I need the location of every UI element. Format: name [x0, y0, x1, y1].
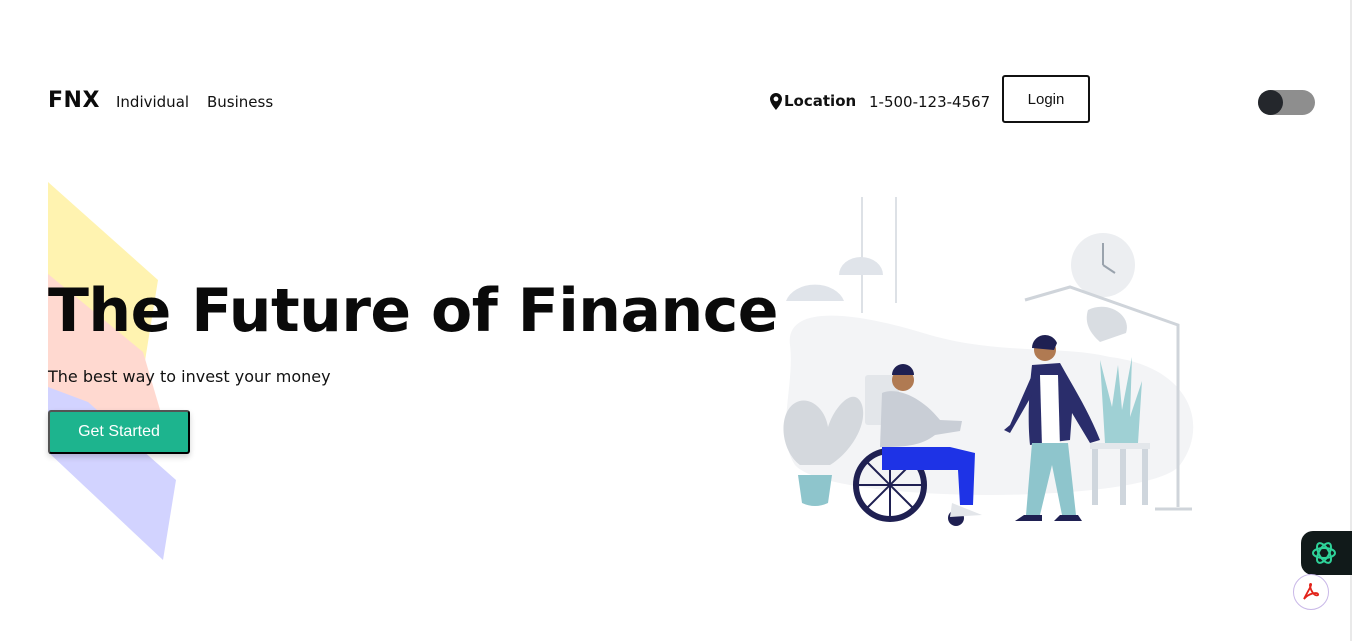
theme-toggle[interactable]: [1258, 90, 1315, 115]
brand-logo[interactable]: FNX: [48, 88, 100, 113]
phone-number[interactable]: 1-500-123-4567: [869, 93, 990, 111]
toggle-knob: [1258, 90, 1283, 115]
nav-link-individual[interactable]: Individual: [116, 93, 189, 111]
top-navbar: FNX Individual Business Location 1-500-1…: [0, 0, 1352, 200]
location-link[interactable]: Location: [770, 92, 856, 110]
location-label: Location: [784, 92, 857, 110]
ai-assistant-extension-button[interactable]: [1301, 531, 1352, 575]
openai-icon: [1312, 542, 1336, 564]
get-started-button[interactable]: Get Started: [48, 410, 190, 454]
map-pin-icon: [770, 92, 782, 110]
nav-link-business[interactable]: Business: [207, 93, 273, 111]
hero-title: The Future of Finance: [48, 276, 778, 346]
login-button[interactable]: Login: [1002, 75, 1090, 123]
hero-subtitle: The best way to invest your money: [48, 367, 331, 386]
acrobat-icon: [1303, 583, 1320, 600]
pdf-extension-button[interactable]: [1293, 574, 1329, 610]
hero-illustration: [783, 197, 1194, 526]
